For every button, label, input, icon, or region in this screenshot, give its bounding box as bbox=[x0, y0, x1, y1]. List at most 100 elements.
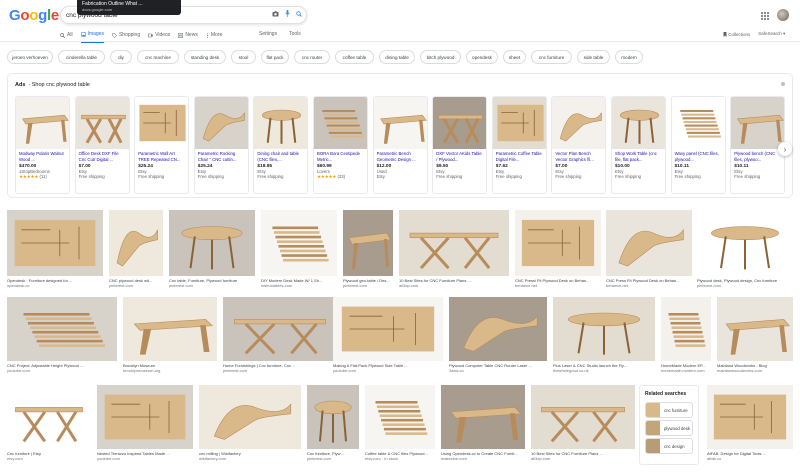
image-result[interactable] bbox=[109, 210, 163, 276]
ad-card[interactable]: Wavy panel (CNC files, plywood... $10.11 E… bbox=[670, 96, 726, 194]
settings-link[interactable]: Settings bbox=[259, 31, 277, 37]
image-caption[interactable]: Cnc furniture, Plyw... pinterest.com bbox=[307, 452, 359, 462]
ad-card[interactable]: Vector Plan Bench Vector Graphics fil...… bbox=[551, 96, 607, 194]
apps-grid-icon[interactable] bbox=[761, 12, 769, 20]
image-caption[interactable]: CNC Press Fit Plywood Desk on Behan... be… bbox=[606, 279, 692, 289]
image-caption[interactable]: Plywood desk, Plywood design, Cnc furnit… bbox=[697, 279, 793, 289]
ad-card[interactable]: Shop Work Table (cnc file, flat pack... $… bbox=[611, 96, 666, 194]
ad-card[interactable]: Office Desk DXF File Cnc Cut/ Digital ..… bbox=[74, 96, 130, 194]
filter-chip[interactable]: opendesk bbox=[466, 50, 498, 64]
related-item[interactable]: plywood desk bbox=[645, 420, 693, 436]
image-caption[interactable]: Plus Laser & CNC Studio launch the Fly..… bbox=[553, 364, 655, 374]
image-caption[interactable]: Making A Flat-Pack Plywood Side Table ..… bbox=[333, 364, 443, 374]
image-caption[interactable]: Nested Terrazzo Inspired Tables Made ...… bbox=[97, 452, 193, 462]
ad-card[interactable]: Dining chair and table (CNC files,... $18… bbox=[253, 96, 309, 194]
image-result[interactable] bbox=[199, 385, 301, 449]
image-result[interactable] bbox=[707, 385, 793, 449]
image-result[interactable] bbox=[697, 210, 793, 276]
image-caption[interactable]: DIY Modern Desk Made W/ 1 Sh... instructa… bbox=[261, 279, 337, 289]
filter-chip[interactable]: standing desk bbox=[184, 50, 226, 64]
image-result[interactable] bbox=[343, 210, 393, 276]
image-caption[interactable]: CNC Project: Adjustable Height Plywood .… bbox=[7, 364, 117, 374]
ad-card[interactable]: Parametric Rocking Chair '' CNC cuttin..… bbox=[193, 96, 249, 194]
search-icon[interactable] bbox=[296, 10, 302, 17]
image-caption[interactable]: Coffee table & CNC files Plywood... etsy.… bbox=[365, 452, 435, 462]
image-caption[interactable]: Plywood geo-table / Des... pinterest.com bbox=[343, 279, 393, 289]
image-result[interactable] bbox=[553, 297, 655, 361]
ad-card[interactable]: DXF Vector AKids Table / Plywood... $9.50… bbox=[432, 96, 488, 194]
ad-card[interactable]: Plywood bench (CNC files, plywoo... $10.1… bbox=[730, 96, 786, 194]
image-result[interactable] bbox=[531, 385, 635, 449]
image-result[interactable] bbox=[97, 385, 193, 449]
image-caption[interactable]: Using Opendesk.cc to Create CNC Furnit..… bbox=[441, 452, 525, 462]
image-caption[interactable]: cnc-milling | Wikifactory wikifactory.com bbox=[199, 452, 301, 462]
tag-icon bbox=[112, 32, 117, 38]
related-item[interactable]: cnc design bbox=[645, 438, 693, 454]
filter-chip[interactable]: dining table bbox=[379, 50, 415, 64]
ad-title: Vector Plan Bench Vector Graphics fil... bbox=[555, 151, 594, 162]
image-result[interactable] bbox=[449, 297, 547, 361]
microphone-icon[interactable] bbox=[285, 10, 290, 17]
safesearch-link[interactable]: SafeSearch ▾ bbox=[758, 31, 785, 37]
info-icon[interactable] bbox=[781, 82, 785, 86]
image-caption[interactable]: HomeMade Modern EP... homemade-modern.com bbox=[661, 364, 711, 374]
image-result[interactable] bbox=[515, 210, 601, 276]
image-caption[interactable]: Plywood Computer Table CNC Router Laser … bbox=[449, 364, 547, 374]
image-result[interactable] bbox=[123, 297, 217, 361]
image-caption[interactable]: Opendesk · Furniture designed for ... ope… bbox=[7, 279, 103, 289]
image-result[interactable] bbox=[169, 210, 255, 276]
image-caption[interactable]: Cnc furniture | Etsy etsy.com bbox=[7, 452, 91, 462]
filter-chip[interactable]: coffee table bbox=[335, 50, 374, 64]
tools-link[interactable]: Tools bbox=[289, 31, 301, 37]
google-logo[interactable]: Google bbox=[9, 7, 59, 24]
filter-chip[interactable]: jeroen verhoeven bbox=[7, 50, 53, 64]
ad-card[interactable]: Modway Polaris Walnut Wood ... $470.00 1St… bbox=[15, 96, 70, 194]
image-caption[interactable]: CNC Pressi Fit Plywood Desk on Behan... b… bbox=[515, 279, 601, 289]
ad-card[interactable]: Parametric Coffee Table Digital File... $… bbox=[491, 96, 547, 194]
filter-chip[interactable]: diy bbox=[110, 50, 132, 64]
image-result[interactable] bbox=[7, 297, 117, 361]
camera-icon[interactable] bbox=[272, 10, 279, 17]
image-result[interactable] bbox=[365, 385, 435, 449]
filter-chip[interactable]: cnc furniture bbox=[531, 50, 572, 64]
filter-chip[interactable]: side table bbox=[577, 50, 610, 64]
related-item[interactable]: cnc furniture bbox=[645, 402, 693, 418]
image-result[interactable] bbox=[307, 385, 359, 449]
filter-chip[interactable]: sheet bbox=[503, 50, 526, 64]
image-caption[interactable]: Mainland Woodworks - Blog mainlandwoodwor… bbox=[717, 364, 793, 374]
image-result[interactable] bbox=[223, 297, 337, 361]
image-caption[interactable]: CNC plywood desk wit... pinterest.com bbox=[109, 279, 163, 289]
image-caption[interactable]: Home Furnishings | Cnc furniture, Cnc ..… bbox=[223, 364, 337, 374]
filter-chip[interactable]: cnc machine bbox=[137, 50, 179, 64]
ad-card[interactable]: BORA Bora Centipede Metric... $60.99 Lover… bbox=[313, 96, 368, 194]
collections-link[interactable]: Collections bbox=[723, 31, 750, 37]
image-caption[interactable]: Cnc table, Furniture, Plywood furniture p… bbox=[169, 279, 255, 289]
ad-title: Parametric Rocking Chair '' CNC cuttin..… bbox=[197, 151, 237, 162]
image-caption[interactable]: 10 Best Sites for CNC Furniture Plans ..… bbox=[399, 279, 509, 289]
filter-chip[interactable]: modern bbox=[615, 50, 643, 64]
avatar[interactable] bbox=[777, 9, 789, 21]
image-result[interactable] bbox=[333, 297, 443, 361]
image-caption[interactable]: AtFAB: Design for Digital Tools ... atfab… bbox=[707, 452, 793, 462]
filter-chip[interactable]: bitch plywood bbox=[420, 50, 461, 64]
filter-chip[interactable]: cinderella table bbox=[58, 50, 105, 64]
image-result[interactable] bbox=[441, 385, 525, 449]
image-result[interactable] bbox=[261, 210, 337, 276]
filter-chip[interactable]: stool bbox=[231, 50, 256, 64]
chevron-right-icon[interactable]: › bbox=[778, 142, 792, 156]
image-result[interactable] bbox=[606, 210, 692, 276]
filter-chip[interactable]: flat pack bbox=[261, 50, 289, 64]
image-result[interactable] bbox=[7, 210, 103, 276]
ad-image bbox=[373, 97, 427, 149]
ad-card[interactable]: Parametric Bench Geometric Design ... $12… bbox=[372, 96, 428, 194]
image-result[interactable] bbox=[717, 297, 793, 361]
image-caption[interactable]: Brooklyn Museum brooklynmuseum.org bbox=[123, 364, 217, 374]
image-result[interactable] bbox=[661, 297, 711, 361]
ad-card[interactable]: Parametric Wall Art TREE Repeated CN... $… bbox=[134, 96, 190, 194]
result-source: pinterest.com bbox=[223, 367, 248, 373]
stars: ★★★★★ bbox=[19, 174, 39, 179]
image-result[interactable] bbox=[399, 210, 509, 276]
image-caption[interactable]: 10 Best Sites for CNC Furniture Plans ..… bbox=[531, 452, 635, 462]
filter-chip[interactable]: cnc router bbox=[294, 50, 330, 64]
image-result[interactable] bbox=[7, 385, 91, 449]
